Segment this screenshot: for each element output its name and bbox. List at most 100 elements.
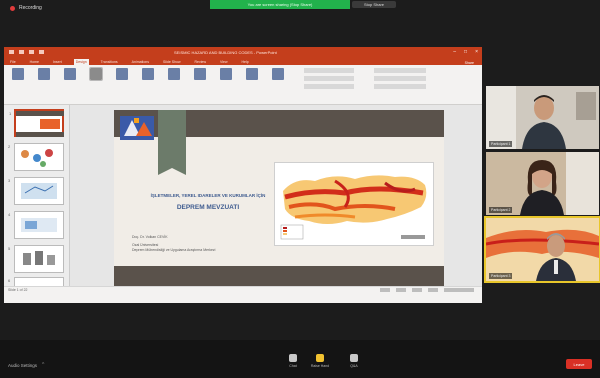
ribbon-button-design-ideas[interactable] xyxy=(268,68,288,94)
slide-number: 3 xyxy=(8,178,11,183)
thumbnail-preview xyxy=(23,251,55,265)
comments-button[interactable] xyxy=(396,288,406,292)
ribbon-button-new-slide[interactable] xyxy=(8,68,28,94)
quick-access-toolbar xyxy=(9,50,44,54)
autosave-icon[interactable] xyxy=(9,50,14,54)
slide-ribbon-decoration xyxy=(158,110,186,175)
slide-title-line2: DEPREM MEVZUATI xyxy=(176,204,240,211)
slide-thumbnail[interactable]: 2 xyxy=(8,143,64,171)
slide-thumbnail-pane[interactable]: 1 2 3 4 5 6 xyxy=(4,105,70,293)
theme-icon xyxy=(38,68,50,80)
slide-thumbnail[interactable]: 3 xyxy=(8,177,64,205)
meeting-controls-bar: Audio Settings ^ Chat Raise Hand Q&A Lea… xyxy=(0,340,600,378)
slide-sorter-button[interactable] xyxy=(428,288,438,292)
thumbnail-preview xyxy=(21,149,53,167)
recording-label: Recording xyxy=(19,5,42,11)
ribbon-button-theme-2[interactable] xyxy=(60,68,80,94)
theme-icon xyxy=(89,67,103,81)
ribbon-group-options xyxy=(304,68,364,98)
ppt-title-bar: SEISMIC HAZARD AND BUILDING CODES - Powe… xyxy=(4,47,482,57)
ribbon-button-variant-5[interactable] xyxy=(216,68,236,94)
ribbon-button-theme-3[interactable] xyxy=(86,67,106,94)
slide-thumbnail[interactable]: 4 xyxy=(8,211,64,239)
raise-hand-button[interactable]: Raise Hand xyxy=(307,354,333,368)
raise-hand-icon xyxy=(316,354,324,362)
new-slide-icon xyxy=(12,68,24,80)
ribbon-option[interactable] xyxy=(374,76,426,81)
ribbon-option[interactable] xyxy=(374,84,426,89)
slide-number: 1 xyxy=(9,111,12,116)
maximize-icon[interactable]: □ xyxy=(464,49,467,55)
ribbon-option[interactable] xyxy=(304,84,354,89)
variant-icon xyxy=(116,68,128,80)
ppt-workspace: 1 2 3 4 5 6 İŞLETMELER, YEREL IDARELER V… xyxy=(4,105,482,293)
ribbon-option[interactable] xyxy=(304,76,354,81)
ribbon-group-options-2 xyxy=(374,68,434,92)
ribbon-button-variant-2[interactable] xyxy=(138,68,158,94)
variant-icon xyxy=(168,68,180,80)
slide-number: 6 xyxy=(8,278,11,283)
ribbon-button-variant-1[interactable] xyxy=(112,68,132,94)
variant-icon xyxy=(142,68,154,80)
close-icon[interactable]: × xyxy=(475,49,478,55)
slide-title-line1: İŞLETMELER, YEREL IDARELER VE KURUMLAR İ… xyxy=(150,193,266,198)
audio-settings-button[interactable]: Audio Settings ^ xyxy=(8,362,44,368)
ppt-status-bar: Slide 1 of 22 xyxy=(4,286,482,293)
slide-thumbnail[interactable]: 1 xyxy=(9,109,64,137)
audio-settings-label: Audio Settings xyxy=(8,362,38,368)
powerpoint-window: SEISMIC HAZARD AND BUILDING CODES - Powe… xyxy=(4,47,482,303)
ribbon-button-theme-1[interactable] xyxy=(34,68,54,94)
redo-icon[interactable] xyxy=(39,50,44,54)
theme-icon xyxy=(64,68,76,80)
variant-icon xyxy=(194,68,206,80)
thumbnail-preview xyxy=(21,218,57,232)
qa-button[interactable]: Q&A xyxy=(341,354,367,368)
record-dot-icon xyxy=(10,5,15,11)
stop-share-button[interactable]: Stop Share xyxy=(352,1,396,8)
ribbon-option[interactable] xyxy=(304,68,354,73)
slide-number: 5 xyxy=(8,246,11,251)
ribbon-button-variant-6[interactable] xyxy=(242,68,262,94)
author-center: Deprem Mühendisliği ve Uygulama Araştırm… xyxy=(132,248,216,252)
notes-button[interactable] xyxy=(380,288,390,292)
university-logo-icon xyxy=(120,116,154,140)
qa-icon xyxy=(350,354,358,362)
ribbon xyxy=(4,65,482,105)
participant-video xyxy=(486,218,599,281)
participant-name: Participant 2 xyxy=(489,207,513,213)
ribbon-button-variant-3[interactable] xyxy=(164,68,184,94)
participant-name: Participant 1 xyxy=(489,141,513,147)
participant-video-tile[interactable]: Participant 2 xyxy=(486,152,599,215)
variant-icon xyxy=(220,68,232,80)
current-slide[interactable]: İŞLETMELER, YEREL IDARELER VE KURUMLAR İ… xyxy=(114,110,444,293)
thumbnail-preview xyxy=(21,183,57,199)
zoom-window: Recording You are screen sharing (Stop S… xyxy=(0,0,600,378)
ribbon-option[interactable] xyxy=(374,68,426,73)
participant-video xyxy=(486,152,599,215)
turkey-map-image xyxy=(275,163,433,245)
ribbon-tabs: File Home Insert Design Transitions Animation… xyxy=(4,57,482,65)
participant-video xyxy=(486,86,599,149)
document-title: SEISMIC HAZARD AND BUILDING CODES - Powe… xyxy=(174,50,277,55)
chevron-up-icon: ^ xyxy=(42,362,45,368)
slide-author-block: Doç. Dr. Volkan CEVİK Ozal Üniversitesi … xyxy=(132,235,215,253)
window-controls: – □ × xyxy=(453,49,478,55)
chat-button[interactable]: Chat xyxy=(280,354,306,368)
normal-view-button[interactable] xyxy=(412,288,422,292)
variant-icon xyxy=(246,68,258,80)
zoom-slider[interactable] xyxy=(444,288,474,292)
participant-name: Participant 3 xyxy=(489,273,513,279)
minimize-icon[interactable]: – xyxy=(453,49,456,55)
recording-indicator[interactable]: Recording xyxy=(10,5,42,11)
design-ideas-icon xyxy=(272,68,284,80)
slide-thumbnail[interactable]: 5 xyxy=(8,245,64,273)
participant-video-tile-active-speaker[interactable]: Participant 3 xyxy=(484,216,600,283)
slide-counter: Slide 1 of 22 xyxy=(8,288,28,292)
save-icon[interactable] xyxy=(19,50,24,54)
participant-video-tile[interactable]: Participant 1 xyxy=(486,86,599,149)
undo-icon[interactable] xyxy=(29,50,34,54)
slide-number: 4 xyxy=(8,212,11,217)
ribbon-button-variant-4[interactable] xyxy=(190,68,210,94)
screen-share-banner: You are screen sharing (Stop Share) xyxy=(210,0,350,9)
leave-button[interactable]: Leave xyxy=(566,359,592,369)
